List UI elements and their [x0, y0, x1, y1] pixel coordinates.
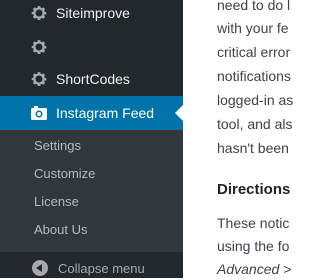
section-heading: Directions [217, 181, 291, 198]
sidebar-item-label: Instagram Feed [56, 105, 155, 121]
body-text-line: tool, and als [217, 116, 293, 132]
admin-sidebar: Siteimprove ShortCodes Instagram Feed Se… [0, 0, 183, 278]
sidebar-item-shortcodes[interactable]: ShortCodes [0, 62, 183, 96]
body-text-line: These notic [217, 215, 290, 231]
gear-icon [29, 3, 49, 23]
sidebar-item-label: ShortCodes [56, 71, 130, 87]
sidebar-item-settings-gear[interactable] [0, 30, 183, 64]
submenu: Settings Customize License About Us [0, 130, 183, 252]
body-text-line: logged-in as [217, 92, 294, 108]
sidebar-item-siteimprove[interactable]: Siteimprove [0, 0, 183, 30]
main-content: need to do l with your fe critical error… [183, 0, 300, 278]
body-text-line: critical error [217, 44, 291, 60]
collapse-menu-button[interactable]: Collapse menu [0, 256, 183, 280]
submenu-item-license[interactable]: License [34, 194, 79, 209]
submenu-item-customize[interactable]: Customize [34, 166, 95, 181]
sidebar-item-label: Siteimprove [56, 5, 130, 21]
body-text-line: Advanced > [217, 261, 292, 277]
body-text-line: need to do l [217, 0, 291, 13]
body-text-line: notifications [217, 68, 291, 84]
gear-icon [29, 37, 49, 57]
body-text-line: hasn't been [217, 140, 289, 156]
body-text-line: with your fe [217, 20, 289, 36]
submenu-item-settings[interactable]: Settings [34, 138, 81, 153]
collapse-arrow-icon [32, 260, 48, 276]
gear-icon [29, 69, 49, 89]
body-text-line: using the fo [217, 238, 290, 254]
submenu-item-about-us[interactable]: About Us [34, 222, 87, 237]
collapse-menu-label: Collapse menu [58, 260, 145, 276]
sidebar-item-instagram-feed[interactable]: Instagram Feed [0, 96, 183, 130]
current-menu-arrow [175, 105, 183, 121]
camera-icon [29, 103, 49, 123]
